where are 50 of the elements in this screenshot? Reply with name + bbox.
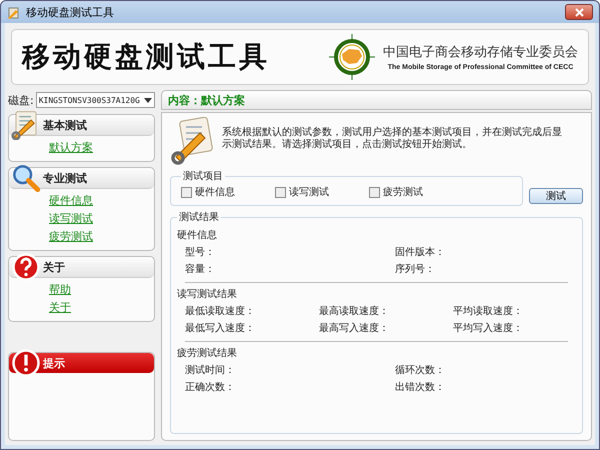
- emblem-icon: [327, 32, 377, 82]
- sidebar-link[interactable]: 默认方案: [49, 140, 154, 155]
- result-section-title: 疲劳测试结果: [177, 346, 238, 360]
- field-label: 最低写入速度：: [185, 323, 255, 334]
- checkbox[interactable]: [369, 186, 380, 198]
- field-label: 正确次数：: [185, 382, 235, 393]
- close-icon[interactable]: [574, 8, 584, 16]
- caret-icon[interactable]: [144, 98, 152, 102]
- section-title: 提示: [43, 356, 65, 370]
- sidebar-link[interactable]: 疲劳测试: [49, 229, 154, 244]
- field-label: 平均读取速度：: [453, 306, 523, 317]
- field-label: 出错次数：: [395, 382, 445, 393]
- group-title: 测试结果: [178, 210, 220, 224]
- section-title: 专业测试: [43, 170, 87, 186]
- group-title: 测试项目: [182, 170, 224, 183]
- field-label: 型号：: [185, 247, 215, 258]
- section-title: 基本测试: [43, 118, 87, 132]
- sidebar-link[interactable]: 读写测试: [49, 211, 154, 226]
- description-text: 系统根据默认的测试参数，测试用户选择的基本测试项目，并在测试完成后显示测试结果。请选择测试项目，点击测试按钮开始测试。: [222, 126, 563, 151]
- field-label: 测试时间：: [185, 365, 235, 376]
- disk-dropdown[interactable]: KINGSTONSV300S37A120G: [36, 92, 155, 108]
- field-label: 固件版本：: [395, 247, 445, 258]
- organization-name: 中国电子商会移动存储专业委员会: [383, 44, 578, 61]
- checkbox[interactable]: [181, 186, 192, 198]
- checkbox-label[interactable]: 疲劳测试: [383, 185, 423, 199]
- field-label: 容量：: [185, 264, 215, 275]
- banner-title: 移动硬盘测试工具: [22, 39, 270, 75]
- sidebar-link[interactable]: 帮助: [49, 282, 154, 297]
- field-label: 最高读取速度：: [319, 306, 389, 317]
- sidebar-link[interactable]: 关于: [49, 300, 154, 315]
- content-header: 内容：默认方案: [161, 90, 592, 110]
- field-label: 最高写入速度：: [319, 323, 389, 334]
- checkbox-label[interactable]: 硬件信息: [195, 185, 235, 199]
- checkbox-label[interactable]: 读写测试: [289, 185, 329, 199]
- result-section-title: 读写测试结果: [177, 288, 238, 301]
- clipboard-wrench-icon: [170, 117, 214, 165]
- disk-label: 磁盘:: [8, 92, 34, 108]
- sidebar-link[interactable]: 硬件信息: [49, 193, 154, 208]
- field-label: 平均写入速度：: [453, 323, 523, 334]
- window-title: 移动硬盘测试工具: [26, 4, 114, 20]
- result-section-title: 硬件信息: [177, 228, 218, 242]
- checkbox[interactable]: [275, 186, 286, 198]
- magnifier-icon: [11, 163, 41, 193]
- field-label: 序列号：: [395, 264, 435, 275]
- field-label: 最低读取速度：: [185, 306, 255, 317]
- section-title: 关于: [43, 260, 65, 274]
- test-button[interactable]: 测试: [529, 188, 583, 204]
- app-icon: [7, 5, 21, 19]
- field-label: 循环次数：: [395, 365, 445, 376]
- close-button[interactable]: [565, 4, 593, 20]
